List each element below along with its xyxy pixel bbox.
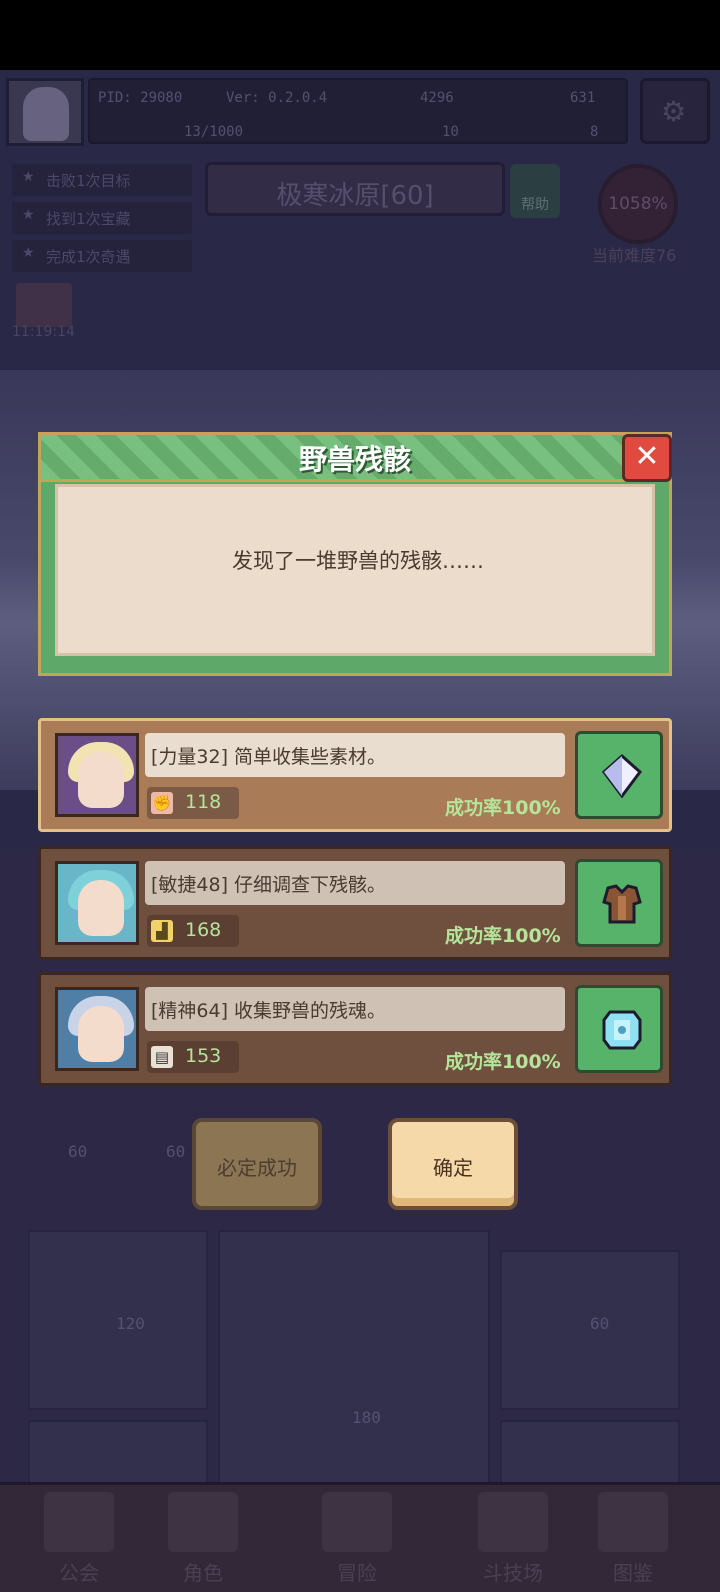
bg-value: 120 (116, 1314, 145, 1333)
progress-percent: 1058% (598, 164, 678, 244)
option-card-strength[interactable]: [力量32] 简单收集些素材。 ✊ 118 成功率100% (38, 718, 672, 832)
cost-value: 153 (185, 1045, 222, 1067)
success-rate: 成功率100% (445, 797, 561, 819)
crystal-icon (601, 754, 643, 798)
quest-label: 完成1次奇遇 (46, 248, 131, 266)
close-icon: ✕ (634, 439, 660, 474)
arena-icon (478, 1492, 548, 1552)
inventory-cell (218, 1230, 490, 1500)
event-message: 发现了一堆野兽的残骸…… (232, 549, 484, 573)
quest-label: 找到1次宝藏 (46, 210, 131, 228)
difficulty-label: 当前难度76 (592, 246, 677, 265)
guild-icon (44, 1492, 114, 1552)
confirm-button[interactable]: 确定 (388, 1118, 518, 1210)
bg-value: 180 (352, 1408, 381, 1427)
adventure-icon (322, 1492, 392, 1552)
success-rate: 成功率100% (445, 1051, 561, 1073)
star-icon: ★ (22, 169, 35, 185)
book-icon: ▤ (151, 1046, 173, 1068)
quest-item[interactable]: ★ 完成1次奇遇 (12, 240, 192, 272)
option-cost: ▟ 168 (147, 915, 239, 947)
currency-gold: 4296 (420, 90, 454, 106)
character-icon (168, 1492, 238, 1552)
player-id: PID: 29080 (98, 90, 183, 106)
star-icon: ★ (22, 207, 35, 223)
hero-portrait (55, 987, 139, 1071)
bg-value: 60 (68, 1142, 88, 1161)
reward-slot[interactable] (575, 859, 663, 947)
cost-value: 118 (185, 791, 222, 813)
option-text: [力量32] 简单收集些素材。 (145, 733, 565, 777)
player-avatar[interactable] (6, 78, 84, 146)
nav-arena[interactable]: 斗技场 (458, 1557, 568, 1586)
quest-item[interactable]: ★ 击败1次目标 (12, 164, 192, 196)
version-label: Ver: 0.2.0.4 (226, 90, 328, 106)
key-count: 8 (590, 124, 599, 140)
soul-gem-icon (602, 1010, 642, 1050)
guaranteed-success-button[interactable]: 必定成功 (192, 1118, 322, 1210)
gear-icon: ⚙ (661, 95, 687, 128)
option-card-agility[interactable]: [敏捷48] 仔细调查下残骸。 ▟ 168 成功率100% (38, 846, 672, 960)
zone-title: 极寒冰原[60] (205, 162, 505, 216)
clover-count: 10 (442, 124, 459, 140)
energy-value: 13/1000 (184, 124, 244, 140)
bg-value: 60 (590, 1314, 610, 1333)
top-hud: PID: 29080 Ver: 0.2.0.4 4296 631 13/1000… (0, 74, 720, 146)
hero-portrait (55, 733, 139, 817)
settings-button[interactable]: ⚙ (640, 78, 710, 144)
option-cost: ▤ 153 (147, 1041, 239, 1073)
boot-icon: ▟ (151, 920, 173, 942)
help-button[interactable]: 帮助 (510, 164, 560, 218)
dialog-title: 野兽残骸 (298, 443, 411, 476)
star-icon: ★ (22, 245, 35, 261)
option-cost: ✊ 118 (147, 787, 239, 819)
nav-codex[interactable]: 图鉴 (578, 1557, 688, 1586)
hero-portrait (55, 861, 139, 945)
gift-box-icon[interactable] (16, 283, 72, 327)
nav-guild[interactable]: 公会 (24, 1557, 134, 1586)
gift-timer: 11:19:14 (12, 324, 75, 340)
leather-armor-icon (602, 884, 642, 924)
bg-value: 60 (166, 1142, 186, 1161)
cost-value: 168 (185, 919, 222, 941)
option-text: [敏捷48] 仔细调查下残骸。 (145, 861, 565, 905)
dialog-paper: 发现了一堆野兽的残骸…… (55, 484, 655, 656)
dialog-body: 发现了一堆野兽的残骸…… (38, 478, 672, 676)
event-dialog: 发现了一堆野兽的残骸…… 野兽残骸 ✕ (38, 432, 672, 676)
nav-character[interactable]: 角色 (148, 1557, 258, 1586)
reward-slot[interactable] (575, 985, 663, 1073)
reward-slot[interactable] (575, 731, 663, 819)
currency-gem: 631 (570, 90, 596, 106)
option-card-spirit[interactable]: [精神64] 收集野兽的残魂。 ▤ 153 成功率100% (38, 972, 672, 1086)
option-text: [精神64] 收集野兽的残魂。 (145, 987, 565, 1031)
nav-adventure[interactable]: 冒险 (302, 1557, 412, 1586)
quest-label: 击败1次目标 (46, 172, 131, 190)
success-rate: 成功率100% (445, 925, 561, 947)
stat-panel: PID: 29080 Ver: 0.2.0.4 4296 631 13/1000… (88, 78, 628, 144)
codex-icon (598, 1492, 668, 1552)
quest-item[interactable]: ★ 找到1次宝藏 (12, 202, 192, 234)
fist-icon: ✊ (151, 792, 173, 814)
close-button[interactable]: ✕ (622, 434, 672, 482)
